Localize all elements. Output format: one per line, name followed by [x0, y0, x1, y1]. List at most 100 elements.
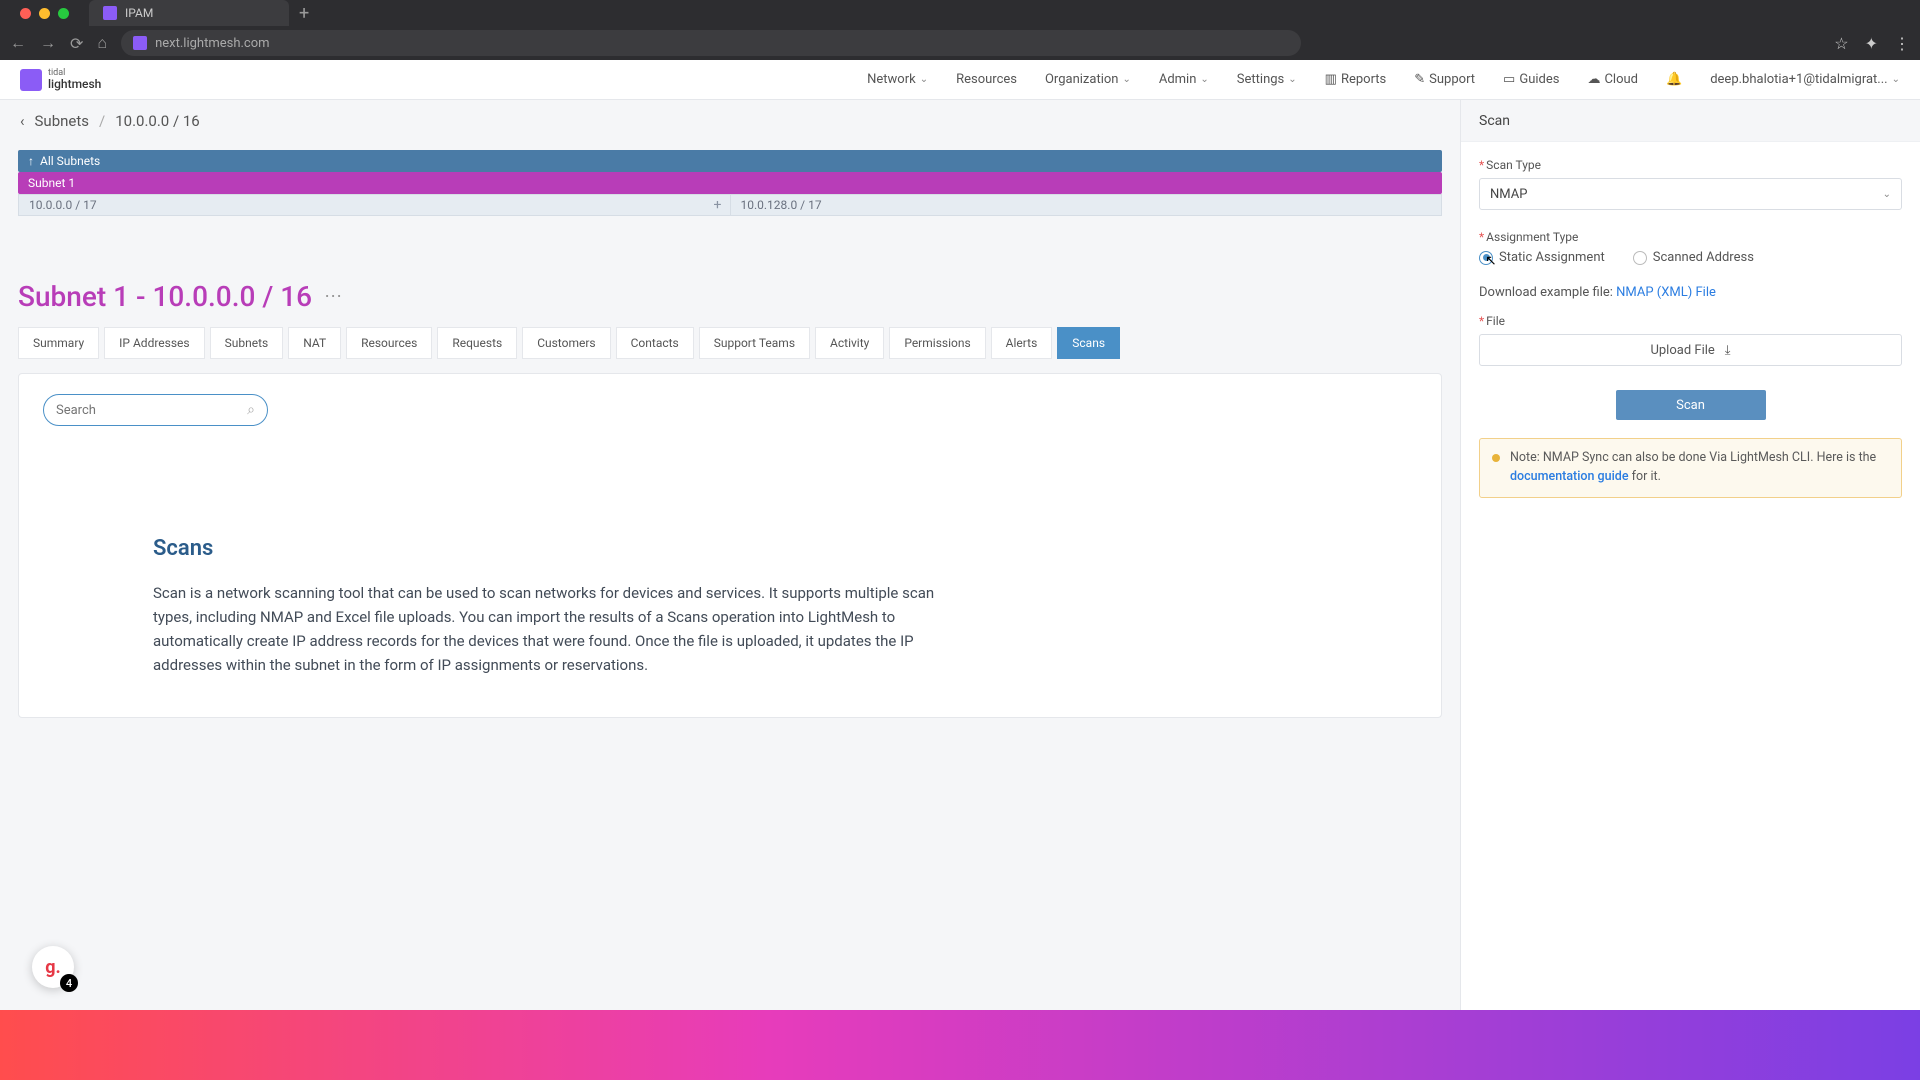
tab-resources[interactable]: Resources	[346, 327, 432, 359]
tab-summary[interactable]: Summary	[18, 327, 99, 359]
chevron-down-icon: ⌄	[1122, 74, 1130, 85]
tab-favicon-icon	[103, 6, 117, 20]
nav-notifications[interactable]: 🔔	[1666, 72, 1682, 87]
logo-text-bottom: lightmesh	[48, 78, 101, 90]
browser-menu-icon[interactable]: ⋮	[1894, 34, 1910, 53]
subnet-tree: ↑ All Subnets Subnet 1 10.0.0.0 / 17 + 1…	[0, 150, 1460, 216]
file-label: *File	[1479, 314, 1902, 328]
nav-network[interactable]: Network⌄	[867, 72, 928, 87]
scan-type-select[interactable]: NMAP ⌄	[1479, 178, 1902, 210]
nav-user-menu[interactable]: deep.bhalotia+1@tidalmigrat...⌄	[1710, 72, 1900, 87]
book-icon: ▭	[1503, 72, 1515, 87]
tab-customers[interactable]: Customers	[522, 327, 610, 359]
tab-permissions[interactable]: Permissions	[889, 327, 985, 359]
back-icon[interactable]: ←	[10, 33, 26, 53]
tree-subnet1[interactable]: Subnet 1	[18, 172, 1442, 194]
chart-icon: ▥	[1325, 72, 1337, 87]
reload-icon[interactable]: ⟳	[70, 34, 83, 53]
cloud-icon: ☁	[1587, 72, 1600, 87]
tab-strip: IPAM +	[0, 0, 1920, 26]
assignment-type-section: *Assignment Type Static Assignment ↖ Sca…	[1479, 230, 1902, 265]
bell-icon: 🔔	[1666, 72, 1682, 87]
tree-all-subnets[interactable]: ↑ All Subnets	[18, 150, 1442, 172]
upload-icon: ⤓	[1725, 343, 1731, 358]
scan-type-section: *Scan Type NMAP ⌄	[1479, 158, 1902, 210]
radio-icon	[1633, 251, 1647, 265]
search-icon: ⌕	[247, 402, 255, 418]
tree-half-right[interactable]: 10.0.128.0 / 17	[731, 195, 1442, 215]
chevron-down-icon: ⌄	[1288, 74, 1296, 85]
radio-scanned-address[interactable]: Scanned Address	[1633, 250, 1754, 265]
breadcrumb-back-icon[interactable]: ‹	[20, 112, 25, 130]
close-window-icon[interactable]	[20, 8, 31, 19]
forward-icon[interactable]: →	[40, 33, 56, 53]
browser-chrome: IPAM + ← → ⟳ ⌂ next.lightmesh.com ☆ ✦ ⋮	[0, 0, 1920, 60]
breadcrumb-separator: /	[99, 112, 105, 130]
tab-activity[interactable]: Activity	[815, 327, 884, 359]
tab-alerts[interactable]: Alerts	[991, 327, 1053, 359]
tab-requests[interactable]: Requests	[437, 327, 517, 359]
nav-resources[interactable]: Resources	[956, 72, 1017, 87]
nav-support[interactable]: ✎Support	[1414, 72, 1475, 87]
breadcrumb-current: 10.0.0.0 / 16	[115, 112, 200, 130]
tab-ip-addresses[interactable]: IP Addresses	[104, 327, 204, 359]
tab-scans[interactable]: Scans	[1057, 327, 1120, 359]
tab-contacts[interactable]: Contacts	[616, 327, 694, 359]
page-title: Subnet 1 - 10.0.0.0 / 16 ⋯	[0, 216, 1460, 327]
nav-admin[interactable]: Admin⌄	[1159, 72, 1209, 87]
support-icon: ✎	[1414, 72, 1425, 87]
search-input[interactable]	[56, 403, 239, 418]
assignment-type-label: *Assignment Type	[1479, 230, 1902, 244]
minimize-window-icon[interactable]	[39, 8, 50, 19]
tab-nat[interactable]: NAT	[288, 327, 341, 359]
app-header: tidal lightmesh Network⌄ Resources Organ…	[0, 60, 1920, 100]
breadcrumb: ‹ Subnets / 10.0.0.0 / 16	[0, 100, 1460, 142]
title-more-icon[interactable]: ⋯	[324, 286, 342, 307]
nav-settings[interactable]: Settings⌄	[1237, 72, 1297, 87]
main-content: ‹ Subnets / 10.0.0.0 / 16 ↑ All Subnets …	[0, 100, 1460, 1010]
nav-guides[interactable]: ▭Guides	[1503, 72, 1559, 87]
scan-button[interactable]: Scan	[1616, 390, 1766, 420]
tab-support-teams[interactable]: Support Teams	[699, 327, 810, 359]
chevron-down-icon: ⌄	[920, 74, 928, 85]
scans-heading: Scans	[153, 536, 1417, 561]
nav-reports[interactable]: ▥Reports	[1325, 72, 1387, 87]
bookmark-icon[interactable]: ☆	[1834, 34, 1848, 53]
home-icon[interactable]: ⌂	[97, 33, 107, 53]
detail-tabs: Summary IP Addresses Subnets NAT Resourc…	[0, 327, 1460, 359]
extensions-icon[interactable]: ✦	[1865, 34, 1878, 53]
cursor-icon: ↖	[1485, 253, 1497, 269]
scan-type-label: *Scan Type	[1479, 158, 1902, 172]
floating-badge[interactable]: g. 4	[32, 946, 74, 988]
search-box[interactable]: ⌕	[43, 394, 268, 426]
toolbar-right: ☆ ✦ ⋮	[1834, 34, 1910, 53]
address-bar[interactable]: next.lightmesh.com	[121, 30, 1301, 56]
maximize-window-icon[interactable]	[58, 8, 69, 19]
browser-tab[interactable]: IPAM	[89, 0, 289, 26]
scans-description: Scan is a network scanning tool that can…	[153, 581, 973, 677]
tab-subnets[interactable]: Subnets	[210, 327, 284, 359]
new-tab-button[interactable]: +	[289, 3, 319, 24]
app-nav: Network⌄ Resources Organization⌄ Admin⌄ …	[867, 72, 1900, 87]
content-card: ⌕ Scans Scan is a network scanning tool …	[18, 373, 1442, 718]
chevron-down-icon: ⌄	[1883, 189, 1891, 200]
nav-cloud[interactable]: ☁Cloud	[1587, 72, 1638, 87]
window-controls	[10, 8, 79, 19]
address-url: next.lightmesh.com	[155, 36, 269, 51]
download-example-row: Download example file: NMAP (XML) File	[1479, 285, 1902, 300]
radio-static-assignment[interactable]: Static Assignment ↖	[1479, 250, 1605, 265]
nav-organization[interactable]: Organization⌄	[1045, 72, 1131, 87]
upload-file-button[interactable]: Upload File ⤓	[1479, 334, 1902, 366]
documentation-guide-link[interactable]: documentation guide	[1510, 469, 1629, 484]
logo-icon	[20, 69, 42, 91]
download-example-link[interactable]: NMAP (XML) File	[1616, 285, 1716, 300]
address-favicon-icon	[133, 36, 147, 50]
tree-half-left[interactable]: 10.0.0.0 / 17 +	[19, 195, 731, 215]
app-logo[interactable]: tidal lightmesh	[20, 69, 101, 91]
badge-letter: g.	[45, 957, 61, 978]
tree-up-icon: ↑	[28, 154, 34, 168]
chevron-down-icon: ⌄	[1892, 74, 1900, 85]
breadcrumb-subnets[interactable]: Subnets	[35, 112, 90, 130]
side-panel-title: Scan	[1461, 100, 1920, 142]
plus-icon[interactable]: +	[714, 197, 722, 213]
